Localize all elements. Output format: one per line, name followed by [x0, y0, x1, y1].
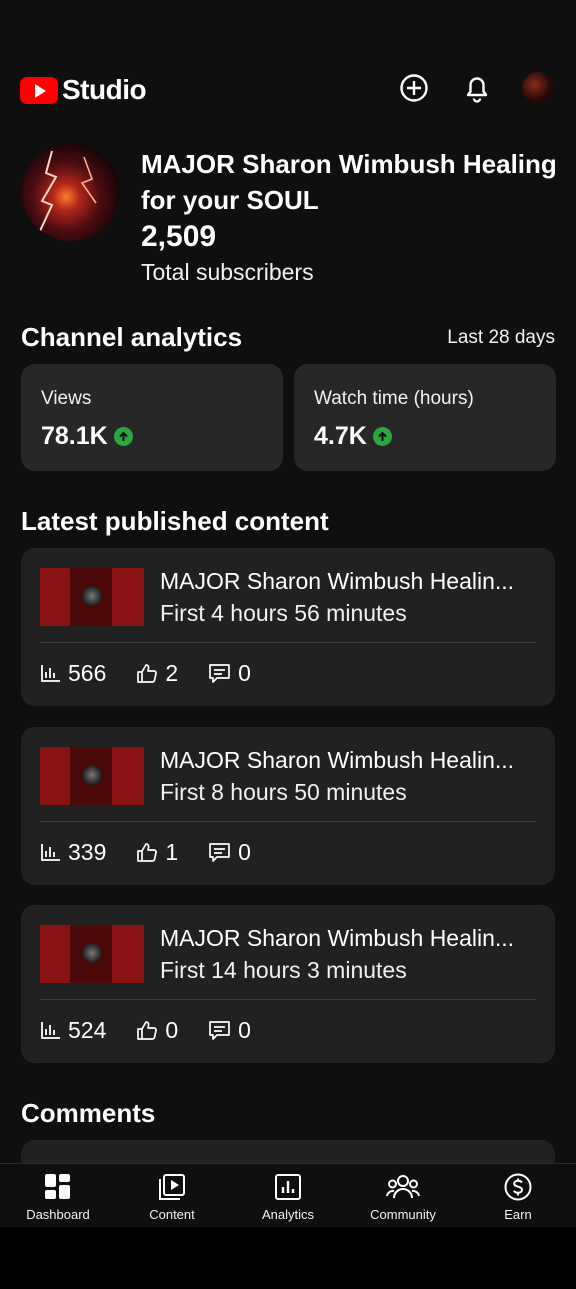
views-count: 566 — [68, 660, 107, 686]
views-chart-icon — [41, 665, 60, 682]
subscriber-label: Total subscribers — [141, 259, 314, 285]
watch-time-stat-card[interactable]: Watch time (hours) 4.7K — [294, 364, 556, 471]
video-timeframe: First 8 hours 50 minutes — [160, 779, 407, 805]
nav-label: Content — [149, 1207, 195, 1222]
video-title: MAJOR Sharon Wimbush Healin... — [160, 925, 515, 951]
notifications-bell-icon[interactable] — [461, 72, 493, 104]
bottom-navigation: Dashboard Content Analytics Community Ea… — [0, 1163, 576, 1228]
analytics-icon — [275, 1174, 301, 1200]
divider — [40, 642, 536, 643]
nav-label: Earn — [504, 1207, 532, 1222]
video-metrics: 524 0 0 — [40, 1017, 281, 1044]
nav-earn[interactable]: Earn — [468, 1172, 568, 1222]
comment-icon — [209, 843, 231, 862]
system-navigation-bar — [0, 1227, 576, 1289]
stat-label: Watch time (hours) — [314, 388, 474, 409]
stat-number: 78.1K — [41, 422, 108, 450]
video-thumbnail[interactable] — [40, 747, 144, 805]
divider — [40, 999, 536, 1000]
stat-label: Views — [41, 388, 92, 409]
content-icon — [159, 1174, 185, 1200]
create-icon[interactable] — [398, 72, 430, 104]
like-icon — [137, 664, 158, 683]
stat-value: 78.1K — [41, 422, 133, 451]
nav-label: Community — [370, 1207, 436, 1222]
trend-up-icon — [372, 427, 392, 446]
comments-count: 0 — [238, 1017, 251, 1043]
channel-analytics-title: Channel analytics — [21, 322, 243, 352]
views-count: 524 — [68, 1017, 107, 1043]
dashboard-icon — [45, 1174, 70, 1199]
like-icon — [137, 1021, 158, 1040]
latest-content-title: Latest published content — [21, 506, 329, 536]
stat-number: 4.7K — [314, 422, 367, 450]
likes-count: 0 — [165, 1017, 179, 1043]
views-chart-icon — [41, 844, 60, 861]
channel-name: MAJOR Sharon Wimbush Healing for your SO… — [141, 149, 557, 215]
likes-count: 2 — [165, 660, 179, 686]
video-card[interactable]: MAJOR Sharon Wimbush Healin... First 8 h… — [21, 727, 555, 885]
comments-count: 0 — [238, 839, 251, 865]
video-thumbnail[interactable] — [40, 925, 144, 983]
nav-content[interactable]: Content — [122, 1172, 222, 1222]
app-name: Studio — [62, 74, 147, 105]
analytics-date-range: Last 28 days — [447, 327, 555, 348]
views-stat-card[interactable]: Views 78.1K — [21, 364, 283, 471]
video-metrics: 566 2 0 — [40, 660, 281, 687]
subscriber-count: 2,509 — [141, 220, 217, 253]
account-avatar[interactable] — [522, 72, 554, 104]
channel-avatar — [22, 143, 120, 241]
video-metrics: 339 1 0 — [40, 839, 281, 866]
top-app-bar: Studio — [0, 58, 576, 118]
like-icon — [137, 843, 158, 862]
video-thumbnail[interactable] — [40, 568, 144, 626]
comment-icon — [209, 664, 231, 683]
views-count: 339 — [68, 839, 107, 865]
video-timeframe: First 14 hours 3 minutes — [160, 957, 407, 983]
community-icon — [386, 1175, 420, 1199]
video-card[interactable]: MAJOR Sharon Wimbush Healin... First 14 … — [21, 905, 555, 1063]
trend-up-icon — [113, 427, 133, 446]
likes-count: 1 — [165, 839, 179, 865]
earn-icon — [504, 1173, 532, 1201]
stat-value: 4.7K — [314, 422, 392, 451]
video-title: MAJOR Sharon Wimbush Healin... — [160, 568, 515, 594]
comments-count: 0 — [238, 660, 251, 686]
nav-community[interactable]: Community — [353, 1172, 453, 1222]
nav-dashboard[interactable]: Dashboard — [8, 1172, 108, 1222]
divider — [40, 821, 536, 822]
views-chart-icon — [41, 1022, 60, 1039]
youtube-logo-icon — [20, 76, 58, 104]
nav-label: Analytics — [261, 1207, 315, 1222]
video-title: MAJOR Sharon Wimbush Healin... — [160, 747, 515, 773]
comments-title: Comments — [21, 1098, 156, 1128]
nav-analytics[interactable]: Analytics — [238, 1172, 338, 1222]
youtube-studio-logo[interactable]: Studio — [20, 74, 147, 106]
video-card[interactable]: MAJOR Sharon Wimbush Healin... First 4 h… — [21, 548, 555, 706]
nav-label: Dashboard — [26, 1207, 90, 1222]
video-timeframe: First 4 hours 56 minutes — [160, 600, 407, 626]
comment-icon — [209, 1021, 231, 1040]
